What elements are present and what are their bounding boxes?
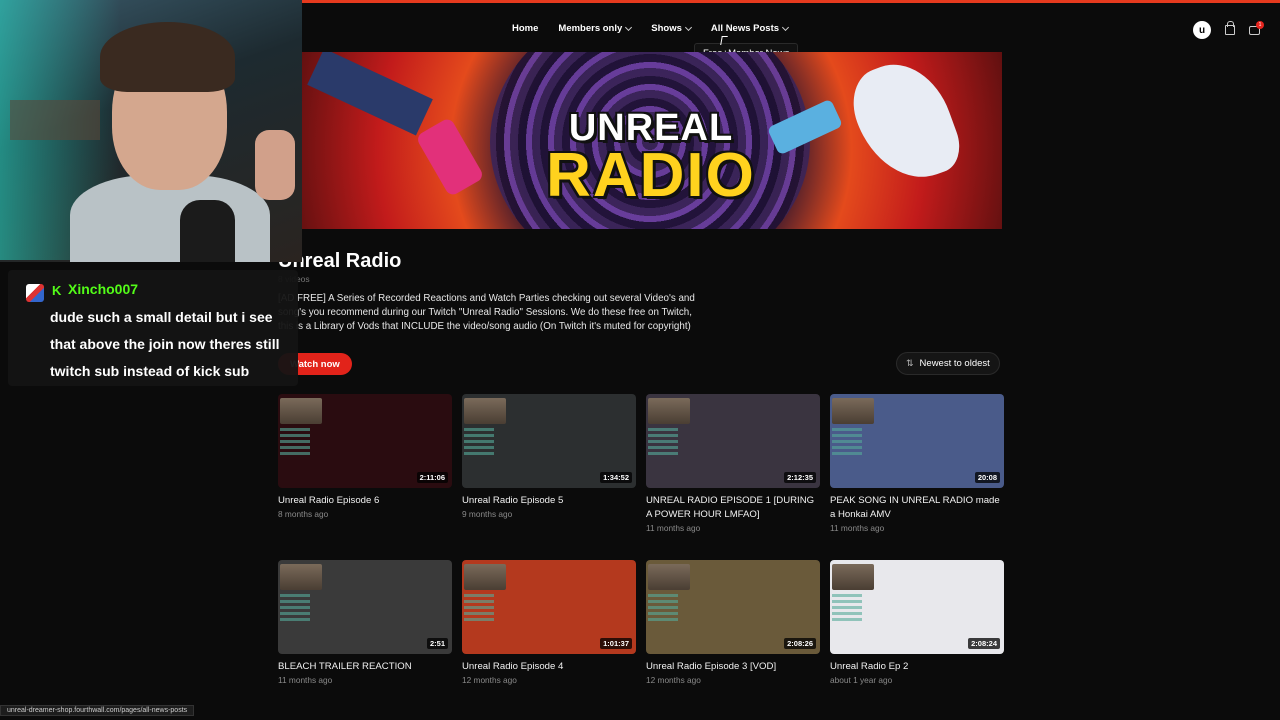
- video-card[interactable]: 2:51 BLEACH TRAILER REACTION 11 months ago: [278, 560, 452, 720]
- show-banner: UNREAL RADIO: [300, 52, 1002, 229]
- video-title[interactable]: Unreal Radio Episode 5: [462, 494, 636, 508]
- thumbnail-webcam: [832, 564, 874, 590]
- thumbnail-webcam: [280, 398, 322, 424]
- video-title[interactable]: Unreal Radio Episode 6: [278, 494, 452, 508]
- video-duration: 2:08:26: [784, 638, 816, 649]
- video-duration: 2:11:06: [416, 472, 448, 483]
- video-date: 11 months ago: [278, 675, 333, 685]
- video-card[interactable]: 2:11:06 Unreal Radio Episode 68 months ag…: [278, 394, 452, 560]
- chat-message: dude such a small detail but i see that …: [50, 309, 280, 379]
- chevron-down-icon: [625, 23, 633, 31]
- video-grid: 2:11:06 Unreal Radio Episode 68 months ag…: [278, 394, 1004, 720]
- thumbnail-chat: [464, 594, 494, 624]
- thumbnail-chat: [280, 594, 310, 624]
- chevron-down-icon: [684, 23, 692, 31]
- video-date: about 1 year ago: [830, 675, 893, 685]
- nav-members-label: Members only: [558, 23, 623, 34]
- thumbnail-webcam: [832, 398, 874, 424]
- kick-badge-icon: K: [52, 283, 62, 298]
- video-date: 9 months ago: [462, 509, 513, 519]
- chat-message-overlay: K Xincho007 dude such a small detail but…: [8, 270, 298, 386]
- sort-button[interactable]: ⇅ Newest to oldest: [896, 352, 1000, 375]
- nav-home-label: Home: [512, 23, 539, 34]
- video-date: 11 months ago: [646, 523, 701, 533]
- nav-home[interactable]: Home: [512, 23, 538, 34]
- video-title[interactable]: Unreal Radio Episode 3 [VOD]: [646, 660, 820, 674]
- status-bar-url: unreal-dreamer-shop.fourthwall.com/pages…: [0, 705, 195, 716]
- screen: Home Members only Shows All News Posts F…: [0, 0, 1280, 720]
- nav-menu: Home Members only Shows All News Posts: [512, 23, 790, 34]
- bag-icon[interactable]: [1225, 21, 1235, 35]
- video-date: 12 months ago: [646, 675, 701, 685]
- chat-username: Xincho007: [68, 281, 139, 297]
- nav-all-news-posts[interactable]: All News Posts: [710, 23, 790, 34]
- streamer-hair: [100, 22, 235, 92]
- nav-members-only[interactable]: Members only: [558, 23, 633, 34]
- video-thumbnail[interactable]: 2:08:24: [830, 560, 1004, 654]
- video-card[interactable]: 2:12:35 UNREAL RADIO EPISODE 1 [DURING A …: [646, 394, 820, 560]
- thumbnail-webcam: [648, 398, 690, 424]
- video-title[interactable]: BLEACH TRAILER REACTION: [278, 660, 452, 674]
- thumbnail-webcam: [464, 564, 506, 590]
- nav-news-label: All News Posts: [710, 23, 780, 34]
- video-duration: 1:34:52: [600, 472, 632, 483]
- video-card[interactable]: 2:08:24 Unreal Radio Ep 2 about 1 year ago: [830, 560, 1004, 720]
- video-duration: 2:08:24: [968, 638, 1000, 649]
- chevron-down-icon: [781, 23, 790, 31]
- thumbnail-chat: [280, 428, 310, 458]
- thumbnail-webcam: [648, 564, 690, 590]
- video-title[interactable]: UNREAL RADIO EPISODE 1 [DURING A POWER H…: [646, 494, 820, 522]
- sort-icon: ⇅: [906, 358, 914, 368]
- thumbnail-chat: [832, 428, 862, 458]
- webcam-overlay: [0, 0, 302, 262]
- video-thumbnail[interactable]: 2:11:06: [278, 394, 452, 488]
- video-date: 8 months ago: [278, 509, 329, 519]
- video-card[interactable]: 1:34:52 Unreal Radio Episode 59 months ag…: [462, 394, 636, 560]
- video-card[interactable]: 20:08 PEAK SONG IN UNREAL RADIO made a Ho…: [830, 394, 1004, 560]
- thumbnail-chat: [648, 594, 678, 624]
- video-date: 12 months ago: [462, 675, 517, 685]
- video-thumbnail[interactable]: 2:12:35: [646, 394, 820, 488]
- video-thumbnail[interactable]: 1:01:37: [462, 560, 636, 654]
- video-duration: 20:08: [974, 472, 1000, 483]
- sort-label: Newest to oldest: [919, 358, 990, 369]
- video-title[interactable]: Unreal Radio Episode 4: [462, 660, 636, 674]
- video-thumbnail[interactable]: 2:51: [278, 560, 452, 654]
- video-title[interactable]: Unreal Radio Ep 2: [830, 660, 1004, 674]
- thumbnail-webcam: [280, 564, 322, 590]
- show-description: [AD FREE] A Series of Recorded Reactions…: [278, 293, 695, 332]
- chat-avatar-icon: [26, 284, 44, 302]
- thumbnail-chat: [832, 594, 862, 624]
- microphone: [180, 200, 235, 262]
- banner-title-line2: RADIO: [546, 141, 756, 210]
- top-navigation: Home Members only Shows All News Posts F…: [300, 0, 1280, 64]
- video-card[interactable]: 2:08:26 Unreal Radio Episode 3 [VOD] 12 mo…: [646, 560, 820, 720]
- user-icon[interactable]: u: [1193, 21, 1211, 39]
- video-duration: 1:01:37: [600, 638, 632, 649]
- nav-icons: u 1: [1193, 20, 1264, 39]
- webcam-shelf: [10, 100, 100, 140]
- video-thumbnail[interactable]: 2:08:26: [646, 560, 820, 654]
- video-title[interactable]: PEAK SONG IN UNREAL RADIO made a Honkai …: [830, 494, 1004, 522]
- thumbnail-chat: [464, 428, 494, 458]
- video-thumbnail[interactable]: 20:08: [830, 394, 1004, 488]
- nav-shows[interactable]: Shows: [651, 23, 692, 34]
- video-duration: 2:51: [426, 638, 448, 649]
- video-card[interactable]: 1:01:37 Unreal Radio Episode 4 12 months a…: [462, 560, 636, 720]
- nav-shows-label: Shows: [651, 23, 682, 34]
- streamer-hand: [255, 130, 295, 200]
- video-thumbnail[interactable]: 1:34:52: [462, 394, 636, 488]
- thumbnail-webcam: [464, 398, 506, 424]
- video-date: 11 months ago: [830, 523, 885, 533]
- thumbnail-chat: [648, 428, 678, 458]
- chat-icon[interactable]: 1: [1249, 20, 1264, 35]
- video-duration: 2:12:35: [784, 472, 816, 483]
- notification-badge: 1: [1256, 20, 1264, 29]
